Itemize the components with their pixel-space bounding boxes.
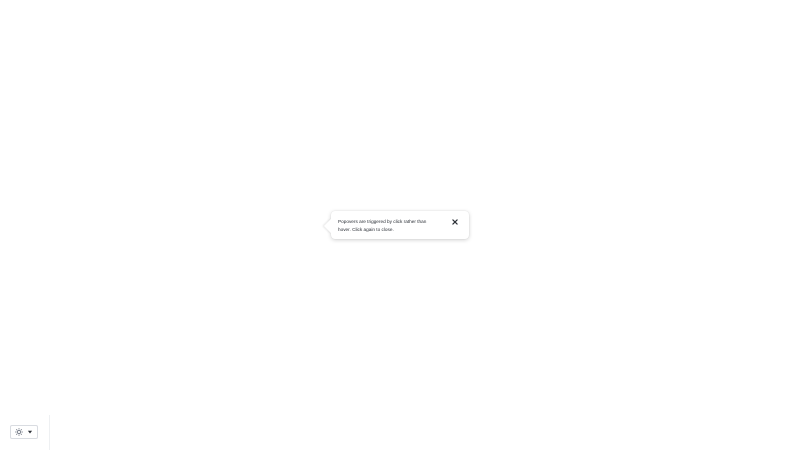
caret-down-icon [27, 430, 33, 434]
sidebar-divider [49, 415, 50, 450]
close-button[interactable] [450, 217, 460, 227]
sun-icon [15, 428, 23, 436]
popover-text: Popovers are triggered by click rather t… [338, 219, 427, 232]
close-icon [452, 219, 458, 225]
page: Popovers are triggered by click rather t… [0, 0, 800, 450]
popover: Popovers are triggered by click rather t… [323, 211, 469, 239]
theme-toggle-button[interactable] [10, 425, 38, 439]
